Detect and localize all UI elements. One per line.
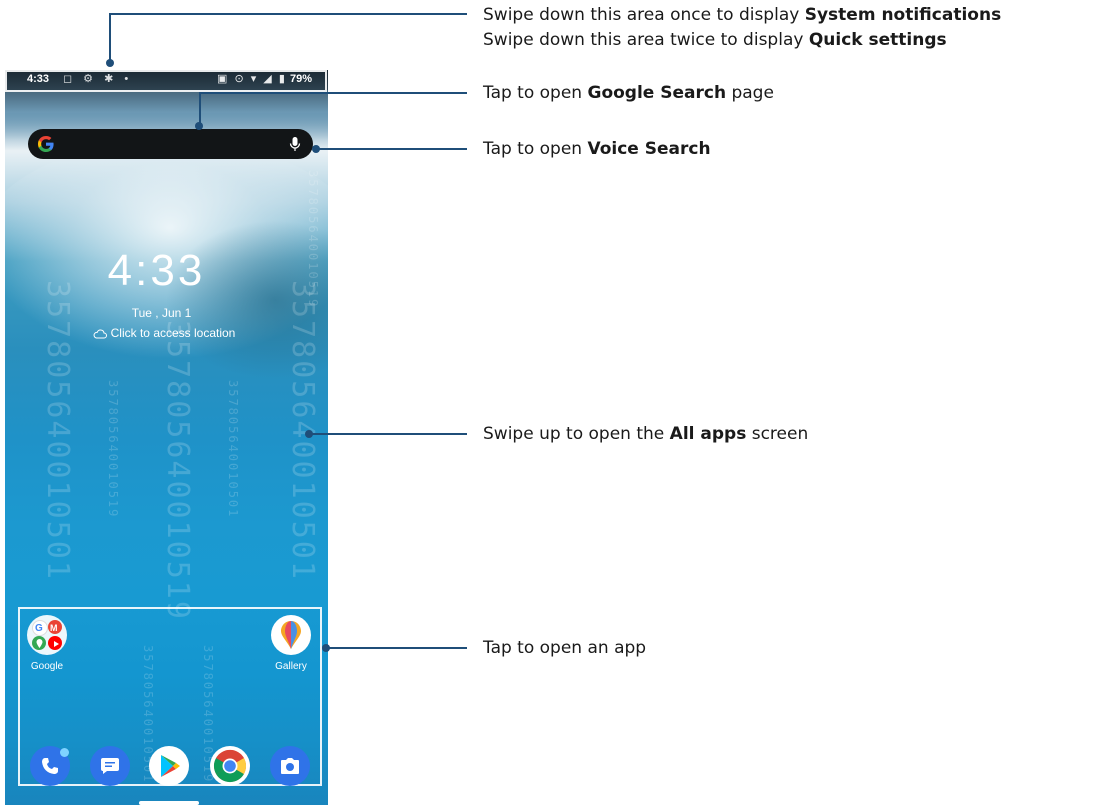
- watermark: 357805640010519: [160, 320, 195, 621]
- callout-dot-status: [106, 59, 114, 67]
- navigation-handle[interactable]: [139, 801, 199, 805]
- watermark: 357805640010501: [226, 380, 240, 519]
- callout-line-allapps: [312, 433, 467, 435]
- location-label: Click to access location: [110, 326, 236, 340]
- callout-status-bar: Swipe down this area once to display Sys…: [483, 3, 1001, 53]
- app-label: Google: [30, 661, 64, 672]
- callout-dot-allapps: [305, 430, 313, 438]
- callout-status-line1: Swipe down this area once to display Sys…: [483, 5, 1002, 25]
- callout-line-search: [199, 92, 201, 126]
- gallery-icon: [271, 615, 311, 655]
- google-g-icon: [36, 134, 56, 154]
- callout-voice-search: Tap to open Voice Search: [483, 139, 711, 159]
- callout-dot-search: [195, 122, 203, 130]
- app-label: Gallery: [275, 661, 307, 672]
- status-bar-highlight: [5, 70, 327, 92]
- callout-status-line2: Swipe down this area twice to display Qu…: [483, 30, 947, 50]
- camera-icon[interactable]: [270, 746, 310, 786]
- svg-text:G: G: [35, 623, 43, 632]
- chrome-icon[interactable]: [210, 746, 250, 786]
- callout-dot-app: [322, 644, 330, 652]
- callout-line-voice: [318, 148, 467, 150]
- callout-dot-voice: [312, 145, 320, 153]
- callout-open-app: Tap to open an app: [483, 638, 647, 658]
- phone-screenshot: 357805640010501 357805640010501 35780564…: [5, 70, 328, 805]
- weather-location[interactable]: Click to access location: [5, 326, 328, 342]
- callout-line-status: [109, 13, 467, 15]
- gallery-app[interactable]: Gallery: [263, 615, 319, 672]
- play-store-icon[interactable]: [149, 746, 189, 786]
- callout-all-apps: Swipe up to open the All apps screen: [483, 424, 809, 444]
- callout-google-search: Tap to open Google Search page: [483, 83, 774, 103]
- cloud-icon: [93, 328, 107, 342]
- google-search-bar[interactable]: [28, 129, 313, 159]
- svg-text:M: M: [50, 623, 58, 632]
- google-folder-icon: G M: [27, 615, 67, 655]
- phone-icon[interactable]: [30, 746, 70, 786]
- callout-line-app: [327, 647, 467, 649]
- messages-icon[interactable]: [90, 746, 130, 786]
- callout-line-search: [199, 92, 467, 94]
- callout-line-status: [109, 13, 111, 63]
- watermark: 357805640010519: [106, 380, 120, 519]
- microphone-icon[interactable]: [287, 136, 303, 152]
- google-folder[interactable]: G M Google: [19, 615, 75, 672]
- clock[interactable]: 4:33: [5, 246, 328, 296]
- date-label: Tue , Jun 1: [131, 306, 192, 320]
